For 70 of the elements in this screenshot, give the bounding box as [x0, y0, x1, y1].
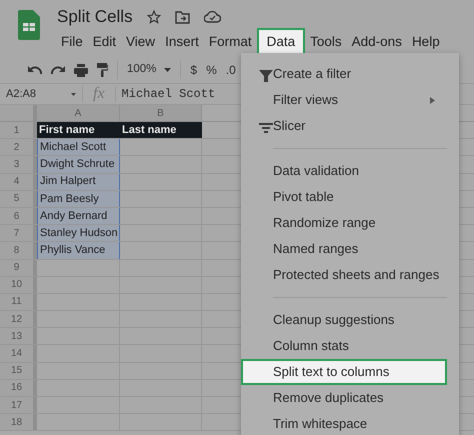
- column-header: A: [37, 105, 120, 121]
- row-number: 1: [0, 122, 37, 138]
- paint-format-icon[interactable]: [97, 63, 108, 77]
- filter-icon: [259, 70, 273, 82]
- row-number: 10: [0, 276, 37, 293]
- menu-option[interactable]: Pivot table: [241, 184, 447, 210]
- menu-option[interactable]: Split text to columns: [241, 359, 447, 385]
- dropdown-caret-icon: [71, 92, 76, 96]
- menu-option[interactable]: Filter views: [241, 87, 447, 113]
- table-cell: Phyllis Vance: [37, 242, 120, 258]
- menu-option[interactable]: Protected sheets and ranges: [241, 262, 447, 288]
- menu-option[interactable]: Column stats: [241, 333, 447, 359]
- row-number: 8: [0, 242, 37, 258]
- name-box[interactable]: A2:A8: [0, 86, 82, 102]
- row-number: 6: [0, 208, 37, 224]
- menu-option[interactable]: Slicer: [241, 113, 447, 139]
- table-cell: Last name: [120, 122, 202, 138]
- print-icon[interactable]: [74, 64, 88, 76]
- currency-button[interactable]: $: [190, 61, 198, 79]
- table-cell: Stanley Hudson: [37, 225, 120, 242]
- row-number: 18: [0, 414, 37, 430]
- menu-item[interactable]: View: [121, 28, 160, 57]
- menu-option[interactable]: Trim whitespace: [241, 411, 447, 435]
- star-icon[interactable]: [146, 10, 161, 24]
- menu-option[interactable]: Randomize range: [241, 210, 447, 236]
- menu-option[interactable]: Named ranges: [241, 236, 447, 262]
- row-number: 17: [0, 397, 37, 414]
- column-header: B: [120, 105, 202, 121]
- menu-item[interactable]: Format: [204, 28, 257, 57]
- menu-item[interactable]: Edit: [88, 28, 122, 57]
- row-number: 5: [0, 190, 37, 207]
- table-cell: Pam Beesly: [37, 190, 120, 207]
- percent-button[interactable]: %: [206, 61, 217, 79]
- decimal-button[interactable]: .0: [226, 61, 236, 79]
- table-cell: Jim Halpert: [37, 174, 120, 190]
- document-title: Split Cells: [57, 6, 133, 28]
- slicer-icon: [259, 123, 273, 133]
- row-number: 2: [0, 139, 37, 156]
- table-cell: Andy Bernard: [37, 208, 120, 224]
- dropdown-caret-icon: [164, 68, 172, 72]
- menu-item[interactable]: Tools: [305, 28, 347, 57]
- menu-item[interactable]: Add-ons: [346, 28, 407, 57]
- menu-item[interactable]: Insert: [160, 28, 204, 57]
- folder-icon[interactable]: [174, 10, 190, 24]
- row-number: 16: [0, 380, 37, 396]
- submenu-arrow-icon: [430, 97, 435, 104]
- table-cell: Michael Scott: [37, 139, 120, 156]
- menu-option[interactable]: Remove duplicates: [241, 385, 447, 411]
- row-number: 12: [0, 311, 37, 328]
- row-number: 4: [0, 174, 37, 190]
- menu-item[interactable]: File: [56, 28, 88, 57]
- row-number: 13: [0, 328, 37, 344]
- menu-option[interactable]: Create a filter: [241, 61, 447, 87]
- row-number: 15: [0, 362, 37, 379]
- sheets-logo-icon: [18, 10, 40, 40]
- table-cell: Dwight Schrute: [37, 156, 120, 173]
- row-number: 7: [0, 225, 37, 242]
- row-number: 14: [0, 345, 37, 362]
- undo-icon[interactable]: [28, 65, 42, 75]
- row-number: 11: [0, 294, 37, 310]
- formula-value: Michael Scott: [120, 86, 216, 103]
- menu-option[interactable]: Cleanup suggestions: [241, 307, 447, 333]
- menu-option[interactable]: Data validation: [241, 158, 447, 184]
- menu-item[interactable]: Help: [406, 28, 445, 57]
- zoom-dropdown[interactable]: 100%: [127, 61, 172, 79]
- cloud-icon[interactable]: [204, 11, 221, 23]
- row-number: 3: [0, 156, 37, 173]
- table-cell: First name: [37, 122, 120, 138]
- redo-icon[interactable]: [51, 65, 65, 75]
- row-number: 9: [0, 260, 37, 276]
